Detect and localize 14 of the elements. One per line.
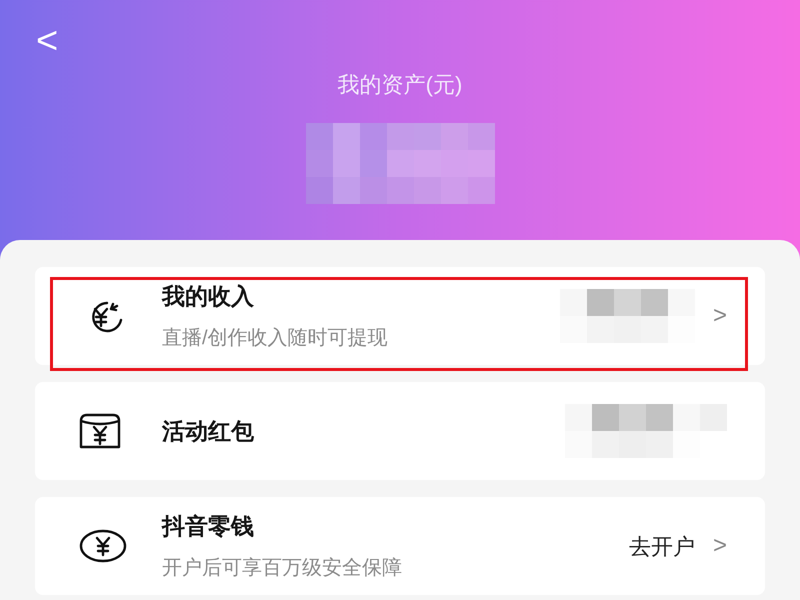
menu-card[interactable]: 抖音零钱 开户后可享百万级安全保障 去开户 > <box>35 497 765 595</box>
item-title: 活动红包 <box>162 416 255 446</box>
yuan-coin-icon <box>77 528 129 564</box>
item-title: 抖音零钱 <box>162 512 255 541</box>
item-subtitle: 开户后可享百万级安全保障 <box>162 556 403 582</box>
assets-title: 我的资产(元) <box>338 71 462 99</box>
back-button[interactable]: < <box>36 22 58 60</box>
chevron-icon: > <box>712 298 727 334</box>
open-account-link[interactable]: 去开户 <box>628 530 695 562</box>
item-subtitle: 直播/创作收入随时可提现 <box>162 326 389 352</box>
chevron-icon: > <box>712 528 727 564</box>
menu-card[interactable]: 活动红包 <box>35 382 765 480</box>
item-title: 我的收入 <box>162 282 255 311</box>
envelope-icon <box>77 412 123 450</box>
